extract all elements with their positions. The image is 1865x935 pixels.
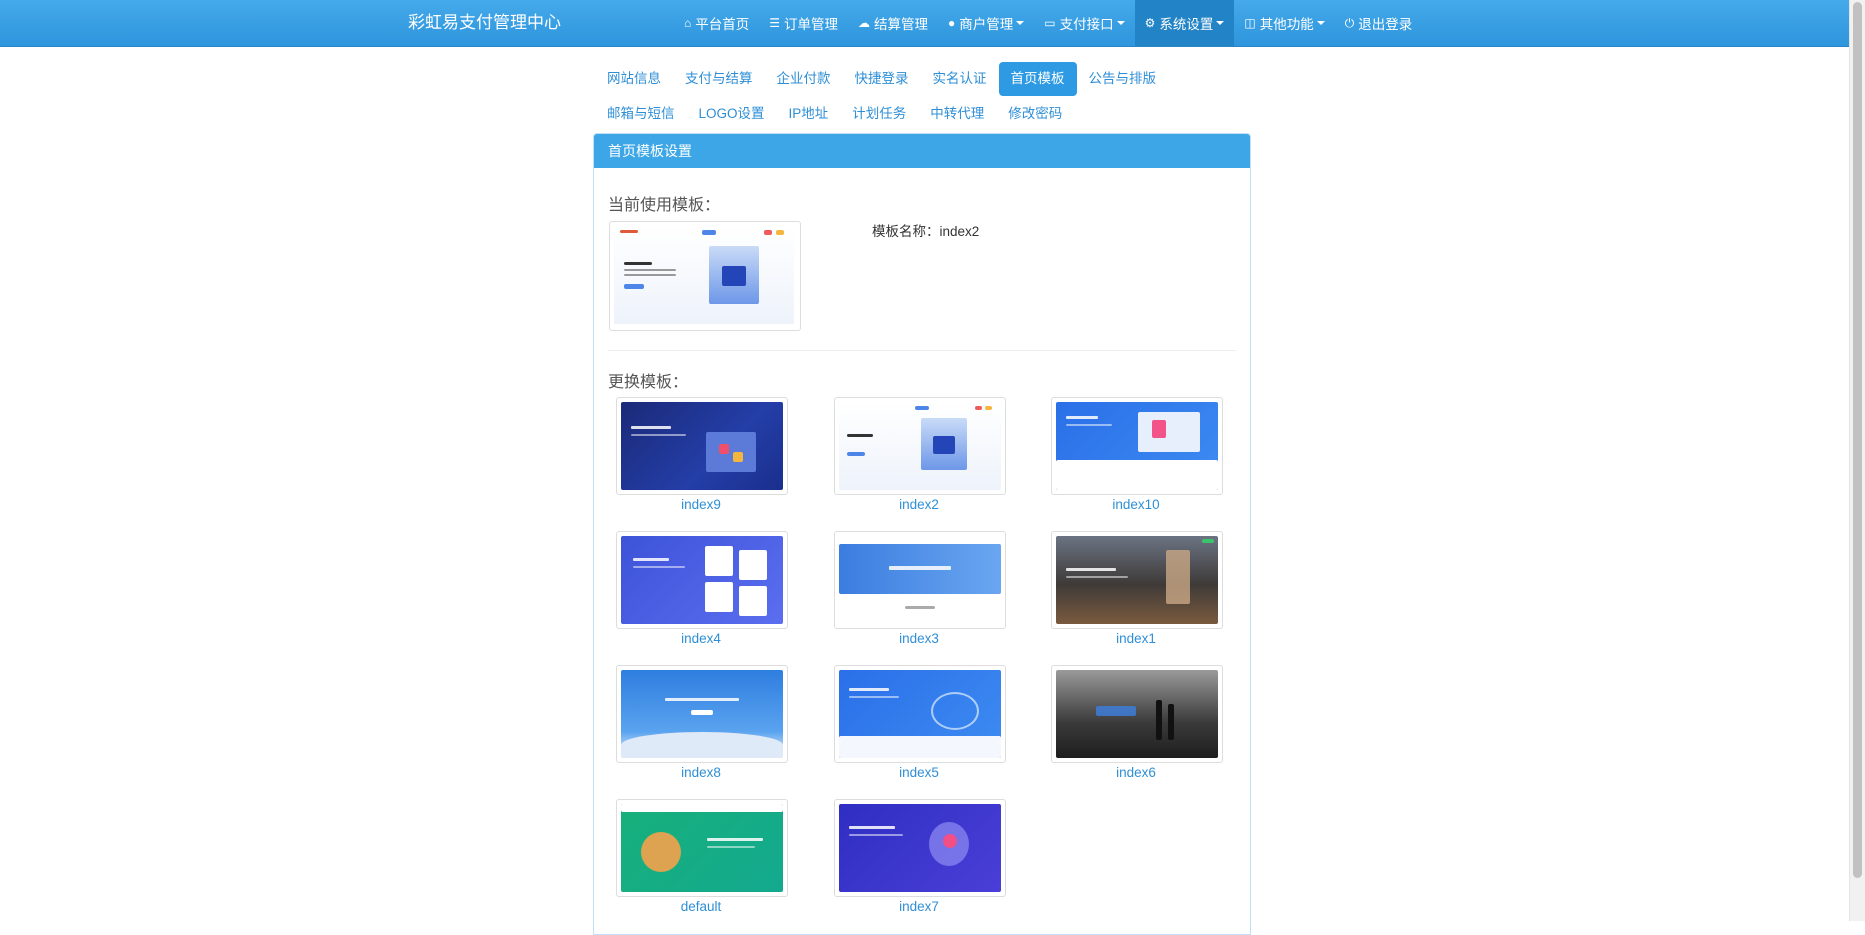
tab-enterprise-payment[interactable]: 企业付款 xyxy=(765,62,843,96)
home-icon: ⌂ xyxy=(684,16,692,30)
template-name-label: 模板名称： xyxy=(872,224,940,239)
template-card-index1: index1 xyxy=(1051,531,1223,646)
power-icon: ⏻ xyxy=(1344,15,1355,30)
brand-title[interactable]: 彩虹易支付管理中心 xyxy=(408,0,561,46)
current-template-thumbnail xyxy=(609,221,801,331)
template-thumbnail[interactable] xyxy=(1051,665,1223,763)
tab-relay-proxy[interactable]: 中转代理 xyxy=(918,97,996,131)
template-thumbnail[interactable] xyxy=(1051,531,1223,629)
nav-item-orders[interactable]: ☰ 订单管理 xyxy=(759,0,848,46)
chevron-down-icon xyxy=(1216,21,1225,25)
template-card-index10: index10 xyxy=(1051,397,1223,512)
nav-label: 其他功能 xyxy=(1259,17,1314,32)
chevron-down-icon xyxy=(1016,21,1025,25)
nav-item-system-settings[interactable]: ⚙ 系统设置 xyxy=(1134,0,1235,46)
tab-ip-address[interactable]: IP地址 xyxy=(777,97,841,131)
change-template-heading: 更换模板： xyxy=(608,374,689,391)
nav-label: 商户管理 xyxy=(959,17,1014,32)
template-thumbnail[interactable] xyxy=(834,531,1006,629)
template-card-index5: index5 xyxy=(834,665,1006,780)
template-label[interactable]: index1 xyxy=(1051,631,1221,646)
nav-item-home[interactable]: ⌂ 平台首页 xyxy=(674,0,759,46)
template-thumbnail[interactable] xyxy=(834,397,1006,495)
nav-item-logout[interactable]: ⏻ 退出登录 xyxy=(1335,0,1423,46)
template-card-index8: index8 xyxy=(616,665,788,780)
gear-icon: ⚙ xyxy=(1144,16,1156,30)
template-label[interactable]: index5 xyxy=(834,765,1004,780)
template-thumbnail[interactable] xyxy=(616,531,788,629)
template-thumbnail[interactable] xyxy=(616,665,788,763)
tab-site-info[interactable]: 网站信息 xyxy=(595,62,673,96)
tab-row-2: 邮箱与短信 LOGO设置 IP地址 计划任务 中转代理 修改密码 xyxy=(595,97,1255,131)
template-thumbnail[interactable] xyxy=(1051,397,1223,495)
tab-quick-login[interactable]: 快捷登录 xyxy=(843,62,921,96)
template-thumbnail[interactable] xyxy=(616,397,788,495)
tab-scheduled-tasks[interactable]: 计划任务 xyxy=(840,97,918,131)
template-label[interactable]: index10 xyxy=(1051,497,1221,512)
tab-homepage-template[interactable]: 首页模板 xyxy=(998,62,1077,96)
nav-item-payment-api[interactable]: ▭ 支付接口 xyxy=(1034,0,1134,46)
card-icon: ▭ xyxy=(1044,16,1056,30)
current-template-heading: 当前使用模板： xyxy=(608,197,721,214)
top-navbar: 彩虹易支付管理中心 ⌂ 平台首页 ☰ 订单管理 ☁ 结算管理 ● 商户管理 ▭ … xyxy=(0,0,1850,47)
template-label[interactable]: index8 xyxy=(616,765,786,780)
cube-icon: ◫ xyxy=(1244,16,1256,30)
tab-row-1: 网站信息 支付与结算 企业付款 快捷登录 实名认证 首页模板 公告与排版 xyxy=(595,62,1255,96)
section-divider xyxy=(608,350,1236,351)
template-thumbnail[interactable] xyxy=(834,799,1006,897)
template-card-index7: index7 xyxy=(834,799,1006,914)
scrollbar-thumb[interactable] xyxy=(1853,2,1862,878)
tab-real-name[interactable]: 实名认证 xyxy=(921,62,999,96)
tab-announcement-layout[interactable]: 公告与排版 xyxy=(1077,62,1169,96)
chevron-down-icon xyxy=(1116,21,1125,25)
list-icon: ☰ xyxy=(769,16,781,30)
template-name-value: index2 xyxy=(939,224,980,239)
template-thumbnail[interactable] xyxy=(834,665,1006,763)
template-label[interactable]: index2 xyxy=(834,497,1004,512)
template-label[interactable]: index7 xyxy=(834,899,1004,914)
nav-label: 订单管理 xyxy=(784,17,839,32)
nav-item-settlement[interactable]: ☁ 结算管理 xyxy=(848,0,938,46)
tab-logo-settings[interactable]: LOGO设置 xyxy=(687,97,777,131)
template-card-index6: index6 xyxy=(1051,665,1223,780)
page-scrollbar[interactable] xyxy=(1849,0,1865,921)
cloud-icon: ☁ xyxy=(858,16,871,30)
template-card-index3: index3 xyxy=(834,531,1006,646)
main-nav: ⌂ 平台首页 ☰ 订单管理 ☁ 结算管理 ● 商户管理 ▭ 支付接口 ⚙ 系统设… xyxy=(674,0,1422,46)
template-card-index2: index2 xyxy=(834,397,1006,512)
template-card-index4: index4 xyxy=(616,531,788,646)
tab-payment-settlement[interactable]: 支付与结算 xyxy=(673,62,765,96)
template-label[interactable]: index9 xyxy=(616,497,786,512)
template-thumbnail[interactable] xyxy=(616,799,788,897)
nav-label: 支付接口 xyxy=(1059,17,1114,32)
template-settings-panel: 首页模板设置 当前使用模板： 模板名称：index2 更换模板： index9 … xyxy=(593,133,1251,935)
template-name-row: 模板名称：index2 xyxy=(872,220,979,240)
chevron-down-icon xyxy=(1316,21,1325,25)
template-label[interactable]: default xyxy=(616,899,786,914)
template-card-default: default xyxy=(616,799,788,914)
tab-email-sms[interactable]: 邮箱与短信 xyxy=(595,97,687,131)
nav-item-other[interactable]: ◫ 其他功能 xyxy=(1234,0,1334,46)
settings-tabs: 网站信息 支付与结算 企业付款 快捷登录 实名认证 首页模板 公告与排版 邮箱与… xyxy=(595,62,1255,132)
template-label[interactable]: index3 xyxy=(834,631,1004,646)
template-label[interactable]: index4 xyxy=(616,631,786,646)
tab-change-password[interactable]: 修改密码 xyxy=(996,97,1074,131)
template-card-index9: index9 xyxy=(616,397,788,512)
nav-label: 平台首页 xyxy=(695,17,750,32)
nav-item-merchants[interactable]: ● 商户管理 xyxy=(938,0,1034,46)
nav-label: 结算管理 xyxy=(874,17,929,32)
user-icon: ● xyxy=(948,16,956,30)
template-label[interactable]: index6 xyxy=(1051,765,1221,780)
nav-label: 退出登录 xyxy=(1358,17,1413,32)
panel-title: 首页模板设置 xyxy=(594,134,1250,168)
nav-label: 系统设置 xyxy=(1159,17,1214,32)
